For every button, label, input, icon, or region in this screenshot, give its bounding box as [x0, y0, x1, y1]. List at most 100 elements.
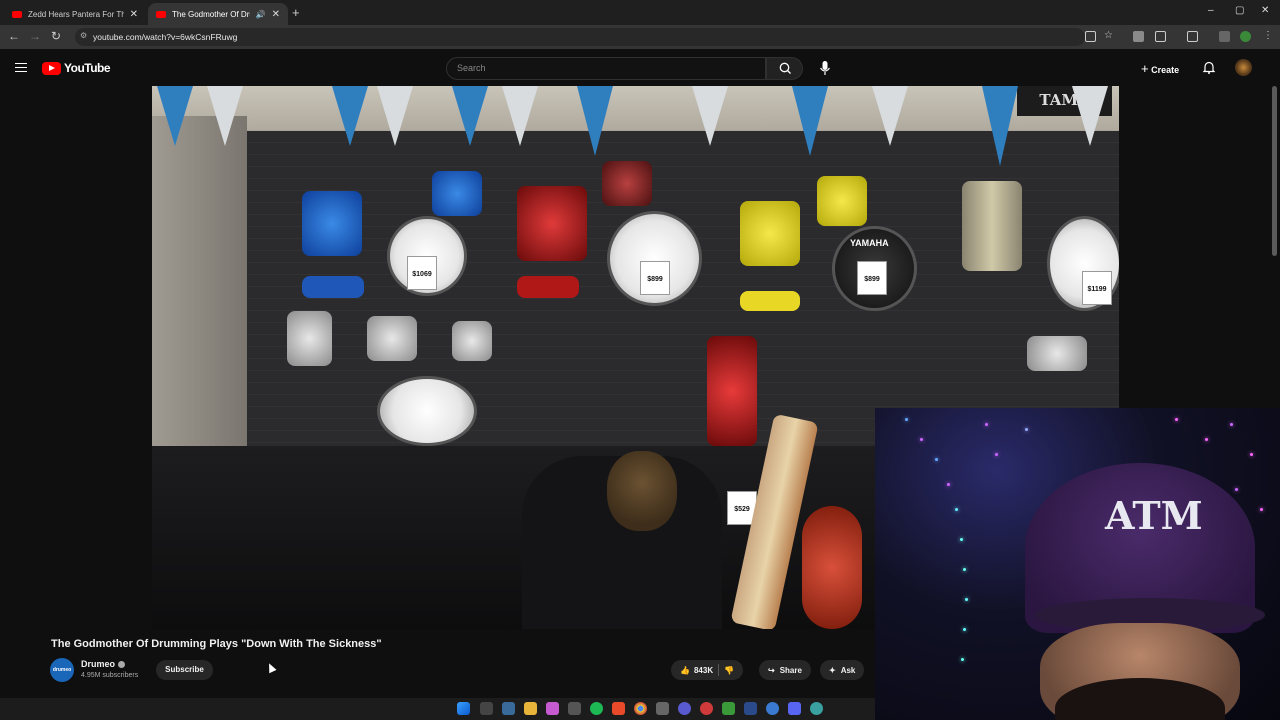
video-scene-left-wall — [152, 116, 247, 446]
bookmark-star-icon[interactable]: ☆ — [1104, 30, 1113, 41]
restore-button[interactable]: ▢ — [1235, 5, 1244, 16]
youtube-play-icon — [42, 61, 61, 75]
hat-logo-text: ATM — [1105, 493, 1203, 538]
video-title: The Godmother Of Drumming Plays "Down Wi… — [51, 638, 382, 650]
create-button[interactable]: + Create — [1141, 61, 1179, 76]
webcam-overlay: ATM — [875, 408, 1280, 720]
create-label: Create — [1151, 65, 1180, 75]
notifications-bell-icon[interactable] — [1203, 61, 1215, 74]
plus-icon: + — [1141, 61, 1149, 76]
share-label: Share — [779, 665, 802, 675]
steam-icon[interactable] — [744, 702, 757, 715]
white-tom-drum — [1027, 336, 1087, 371]
tab-close-icon[interactable]: ✕ — [272, 9, 280, 20]
url-text: youtube.com/watch?v=6wkCsnFRuwg — [93, 32, 238, 42]
reload-button[interactable]: ↻ — [51, 29, 61, 43]
dark-red-tom-drum — [602, 161, 652, 206]
red-tom-drum — [517, 186, 587, 261]
price-tag: $899 — [857, 261, 887, 295]
user-avatar[interactable] — [1235, 59, 1252, 76]
yellow-tom-drum — [740, 201, 800, 266]
app-icon[interactable] — [678, 702, 691, 715]
red-drum-kit-stack — [707, 336, 757, 446]
share-icon: ↪ — [768, 665, 775, 675]
extensions-puzzle-icon[interactable] — [1155, 31, 1166, 42]
like-button[interactable]: 👍 843K — [680, 666, 713, 675]
silver-tom-drum — [287, 311, 332, 366]
youtube-favicon-icon — [156, 10, 166, 18]
app-icon[interactable] — [656, 702, 669, 715]
site-info-icon[interactable]: ⚙ — [80, 31, 87, 40]
silver-tom-drum — [367, 316, 417, 361]
yamaha-logo-text: YAMAHA — [850, 238, 889, 248]
chrome-icon[interactable] — [634, 702, 647, 715]
blue-snare-drum — [302, 276, 364, 298]
profile-avatar-icon[interactable] — [1240, 31, 1251, 42]
divider — [718, 664, 720, 676]
channel-name[interactable]: Drumeo — [81, 659, 126, 669]
forward-button[interactable]: → — [29, 29, 41, 43]
channel-avatar[interactable]: drumeo — [50, 658, 74, 682]
youtube-logo-text: YouTube — [64, 61, 111, 75]
media-control-icon[interactable] — [1219, 31, 1230, 42]
install-app-icon[interactable] — [1085, 31, 1096, 42]
menu-hamburger-icon[interactable] — [15, 63, 27, 72]
blue-tom-drum — [302, 191, 362, 256]
task-view-icon[interactable] — [502, 702, 515, 715]
yellow-rack-tom-drum — [817, 176, 867, 226]
browser-tab-1[interactable]: Zedd Hears Pantera For The Fi ✕ — [4, 3, 146, 25]
search-taskbar-icon[interactable] — [480, 702, 493, 715]
search-input[interactable]: Search — [446, 57, 766, 80]
app-icon[interactable] — [766, 702, 779, 715]
spotify-icon[interactable] — [590, 702, 603, 715]
page-scrollbar[interactable] — [1272, 86, 1277, 256]
thumbs-down-icon: 👎 — [724, 665, 735, 675]
mouse-cursor-icon — [265, 661, 277, 674]
speaker-icon[interactable]: 🔊 — [256, 10, 266, 19]
youtube-logo[interactable]: YouTube — [42, 61, 111, 75]
person-head — [607, 451, 677, 531]
url-field[interactable]: ⚙ youtube.com/watch?v=6wkCsnFRuwg — [75, 28, 1085, 46]
tab-close-icon[interactable]: ✕ — [130, 9, 138, 20]
ask-label: Ask — [840, 665, 856, 675]
voice-search-mic-icon[interactable] — [819, 60, 831, 76]
share-button[interactable]: ↪ Share — [759, 660, 811, 680]
tab-title: Zedd Hears Pantera For The Fi — [28, 9, 124, 19]
file-explorer-icon[interactable] — [524, 702, 537, 715]
champagne-tom-drum — [962, 181, 1022, 271]
new-tab-button[interactable]: + — [292, 5, 300, 20]
app-icon[interactable] — [700, 702, 713, 715]
ask-button[interactable]: ✦ Ask — [820, 660, 865, 680]
app-icon[interactable] — [810, 702, 823, 715]
youtube-favicon-icon — [12, 10, 22, 18]
price-tag: $1069 — [407, 256, 437, 290]
blue-rack-tom-drum — [432, 171, 482, 216]
subscribe-button[interactable]: Subscribe — [156, 660, 213, 680]
yellow-snare-drum — [740, 291, 800, 311]
like-dislike-group: 👍 843K 👎 — [671, 660, 744, 680]
minimize-button[interactable]: – — [1208, 5, 1214, 16]
browser-tab-2-active[interactable]: The Godmother Of Drummi 🔊 ✕ — [148, 3, 288, 25]
red-snare-drum — [517, 276, 579, 298]
side-panel-icon[interactable] — [1187, 31, 1198, 42]
windows-start-icon[interactable] — [457, 702, 470, 715]
app-icon[interactable] — [722, 702, 735, 715]
gretsch-silver-bass-drum — [377, 376, 477, 446]
silver-tom-drum — [452, 321, 492, 361]
subscriber-count: 4.95M subscribers — [81, 672, 139, 679]
app-icon[interactable] — [546, 702, 559, 715]
app-icon[interactable] — [568, 702, 581, 715]
close-window-button[interactable]: ✕ — [1261, 5, 1269, 16]
extension-icon[interactable] — [1133, 31, 1144, 42]
red-guitar-body — [802, 506, 862, 629]
browser-tab-strip: Zedd Hears Pantera For The Fi ✕ The Godm… — [0, 0, 1280, 25]
tab-title: The Godmother Of Drummi — [172, 9, 250, 19]
price-tag: $899 — [640, 261, 670, 295]
discord-icon[interactable] — [788, 702, 801, 715]
dislike-button[interactable]: 👎 — [724, 666, 734, 675]
back-button[interactable]: ← — [8, 29, 20, 43]
search-button[interactable] — [766, 57, 803, 80]
browser-menu-icon[interactable]: ⋮ — [1263, 30, 1273, 41]
sparkle-icon: ✦ — [829, 665, 836, 675]
brave-icon[interactable] — [612, 702, 625, 715]
